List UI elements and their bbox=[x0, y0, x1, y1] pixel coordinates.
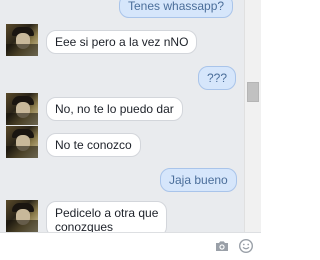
message-text: Eee si pero a la vez nNO bbox=[55, 35, 189, 49]
incoming-message-bubble: Pedicelo a otra que conozques bbox=[46, 201, 168, 232]
message-input[interactable] bbox=[6, 237, 210, 257]
message-composer bbox=[0, 232, 261, 260]
incoming-message-bubble: No, no te lo puedo dar bbox=[46, 97, 183, 121]
outgoing-message-bubble: Jaja bueno bbox=[160, 168, 237, 192]
incoming-message-bubble: No te conozco bbox=[46, 133, 141, 157]
chat-scrollbar[interactable] bbox=[244, 0, 261, 232]
message-text: conozques bbox=[55, 220, 114, 232]
incoming-message-bubble: Eee si pero a la vez nNO bbox=[46, 30, 198, 54]
chat-message-list[interactable]: Tenes whassapp? Eee si pero a la vez nNO… bbox=[0, 0, 244, 232]
message-text: ??? bbox=[207, 71, 228, 85]
scrollbar-thumb[interactable] bbox=[247, 82, 259, 102]
message-text: Jaja bueno bbox=[169, 173, 228, 187]
contact-avatar[interactable] bbox=[6, 93, 38, 125]
message-text: No te conozco bbox=[55, 138, 132, 152]
outgoing-message-bubble: ??? bbox=[198, 66, 237, 90]
camera-icon[interactable] bbox=[214, 238, 230, 254]
contact-avatar[interactable] bbox=[6, 24, 38, 56]
contact-avatar[interactable] bbox=[6, 126, 38, 158]
message-text: No, no te lo puedo dar bbox=[55, 102, 174, 116]
message-text: Tenes whassapp? bbox=[128, 0, 225, 13]
contact-avatar[interactable] bbox=[6, 200, 38, 232]
outgoing-message-bubble: Tenes whassapp? bbox=[119, 0, 234, 18]
smiley-icon[interactable] bbox=[238, 238, 254, 254]
message-text: Pedicelo a otra que bbox=[55, 206, 159, 220]
